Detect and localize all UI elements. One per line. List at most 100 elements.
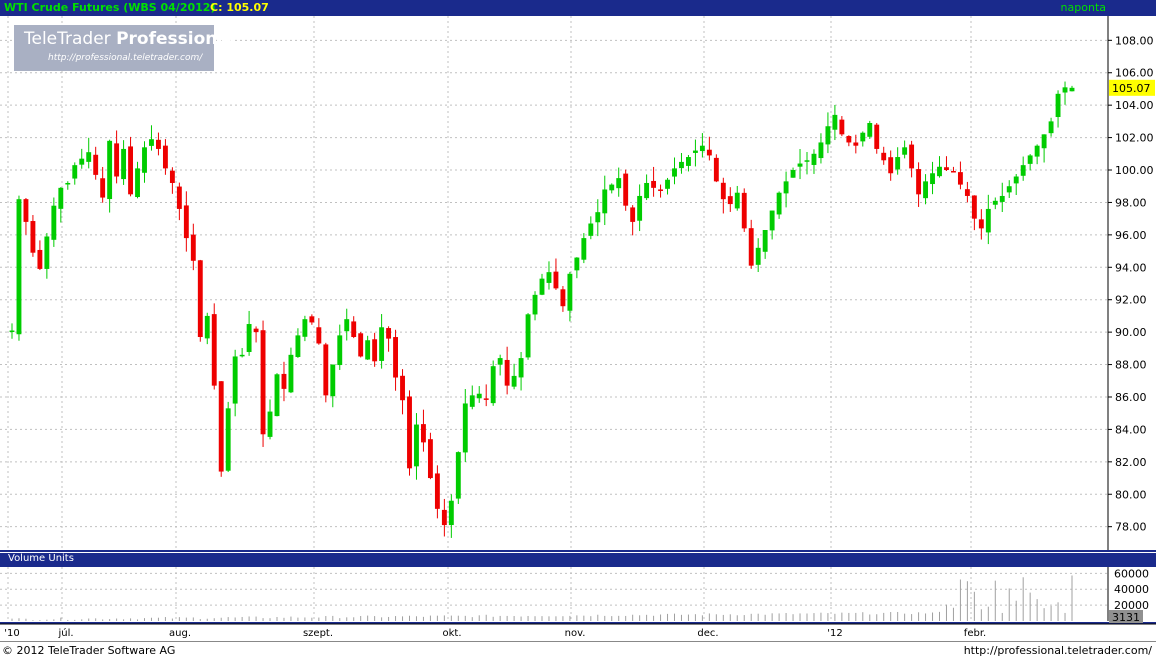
candle-body [797, 163, 803, 167]
candle-body [658, 189, 663, 191]
candle-body [637, 195, 643, 221]
candle-body [65, 182, 71, 185]
candle-body [30, 221, 36, 253]
candle-body [762, 230, 768, 252]
candle-body [476, 393, 482, 399]
y-tick-label: 92.00 [1115, 294, 1147, 307]
candle-body [853, 142, 859, 146]
candle-body [448, 500, 454, 526]
candle-body [895, 157, 901, 170]
candle-body [825, 126, 831, 145]
volume-tick-label: 60000 [1114, 567, 1149, 580]
candle-body [225, 408, 231, 471]
candle-body [651, 180, 657, 188]
y-tick-label: 82.00 [1115, 456, 1147, 469]
candle-body [86, 152, 92, 162]
candle-body [211, 314, 217, 386]
candle-body [1055, 93, 1061, 118]
candle-body [1027, 155, 1033, 164]
candle-body [916, 169, 922, 195]
candle-body [992, 200, 998, 205]
candle-body [455, 452, 461, 499]
candle-body [588, 223, 594, 236]
candle-body [741, 192, 747, 229]
candle-body [414, 424, 419, 467]
y-tick-label: 86.00 [1115, 391, 1147, 404]
candle-body [323, 344, 329, 396]
candle-body [692, 150, 698, 153]
candle-body [330, 364, 336, 397]
candle-body [128, 146, 133, 195]
x-tick-label: júl. [57, 627, 73, 639]
candle-body [121, 148, 127, 180]
candle-body [706, 149, 712, 156]
candle-body [776, 192, 782, 215]
candle-body [832, 114, 838, 130]
x-tick-label: febr. [964, 628, 986, 639]
y-tick-label: 78.00 [1115, 521, 1147, 534]
candle-body [176, 186, 182, 209]
candle-body [316, 327, 322, 344]
candle-body [839, 119, 845, 135]
y-tick-label: 104.00 [1115, 99, 1154, 112]
candle-body [58, 187, 64, 209]
y-tick-label: 88.00 [1115, 359, 1147, 372]
y-tick-label: 94.00 [1115, 261, 1147, 274]
candle-body [302, 319, 308, 337]
copyright: © 2012 TeleTrader Software AG [2, 644, 176, 657]
candle-body [532, 294, 538, 315]
candle-body [727, 196, 733, 205]
candle-body [386, 328, 392, 339]
candle-body [686, 157, 691, 166]
y-tick-label: 84.00 [1115, 423, 1147, 436]
candle-body [142, 147, 147, 173]
candle-body [309, 316, 315, 323]
candle-body [1062, 87, 1068, 93]
y-tick-label: 100.00 [1115, 164, 1154, 177]
candle-body [183, 205, 189, 239]
candle-body [407, 396, 412, 469]
candle-body [888, 157, 894, 174]
candle-body [239, 354, 245, 357]
candle-body [469, 395, 475, 407]
candle-body [169, 170, 175, 183]
candle-body [114, 143, 120, 177]
candle-body [490, 366, 496, 404]
candle-body [246, 324, 252, 352]
candle-body [218, 381, 224, 472]
y-tick-label: 106.00 [1115, 67, 1154, 80]
candle-body [9, 330, 15, 333]
candle-body [553, 271, 559, 289]
candle-body [504, 359, 510, 386]
candle-body [37, 249, 43, 269]
candle-body [560, 289, 566, 307]
candle-body [427, 439, 433, 479]
candle-body [93, 154, 99, 175]
candle-body [748, 228, 754, 266]
candle-body [267, 411, 273, 437]
y-tick-label: 98.00 [1115, 196, 1147, 209]
candle-body [930, 173, 935, 185]
candle-body [1013, 176, 1019, 184]
candle-body [107, 140, 113, 200]
candle-body [149, 139, 154, 146]
candle-body [1041, 134, 1047, 149]
candle-body [190, 234, 196, 261]
candle-body [881, 152, 887, 161]
candle-body [595, 212, 601, 223]
candle-body [623, 173, 629, 206]
x-tick-label: okt. [442, 628, 461, 639]
candle-body [602, 189, 608, 214]
candle-body [665, 179, 670, 189]
candle-body [713, 157, 719, 182]
candle-body [72, 165, 78, 179]
candle-body [755, 247, 761, 265]
candle-body [964, 189, 970, 196]
candle-body [804, 160, 810, 162]
candle-body [818, 142, 824, 159]
candle-body [379, 327, 385, 361]
candle-body [365, 340, 371, 360]
x-tick-label: '10 [4, 628, 19, 639]
footer-url[interactable]: http://professional.teletrader.com/ [964, 644, 1152, 657]
candle-body [483, 398, 489, 400]
